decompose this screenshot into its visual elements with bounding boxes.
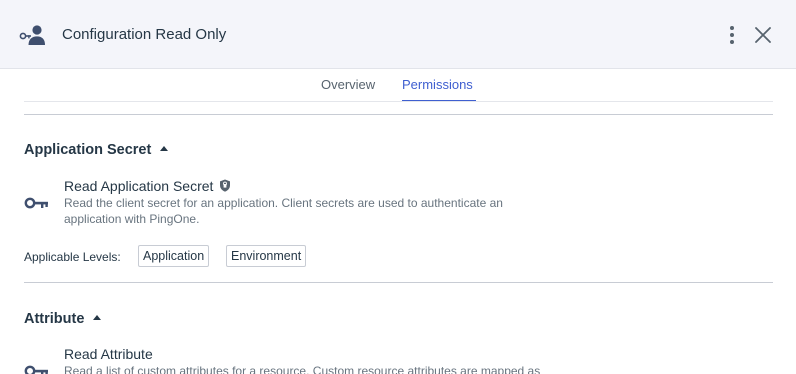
level-badge-application: Application (138, 245, 210, 267)
section-title-attribute: Attribute (24, 311, 102, 327)
permission-name-label: Read Application Secret (64, 178, 214, 194)
close-icon[interactable] (753, 25, 773, 45)
collapse-caret-icon[interactable] (93, 315, 102, 320)
tab-permissions[interactable]: Permissions (402, 77, 473, 92)
permission-description: Read the client secret for an applicatio… (64, 196, 503, 226)
tab-bar: Overview Permissions (24, 69, 773, 115)
collapse-caret-icon[interactable] (160, 146, 169, 151)
panel-header: Configuration Read Only (0, 0, 796, 69)
user-key-icon (19, 25, 45, 45)
permission-name: Read Attribute (64, 346, 153, 362)
tab-divider (24, 101, 773, 102)
shield-icon (220, 179, 231, 192)
permission-description: Read a list of custom attributes for a r… (64, 364, 541, 374)
key-icon (24, 197, 48, 209)
applicable-levels-label: Applicable Levels: (24, 250, 121, 264)
section-title-label: Application Secret (24, 142, 152, 158)
level-badge-environment: Environment (226, 245, 307, 267)
section-divider (24, 282, 773, 283)
section-title-application-secret: Application Secret (24, 142, 169, 158)
page-title: Configuration Read Only (62, 26, 227, 43)
kebab-menu-icon[interactable] (725, 24, 739, 46)
key-icon (24, 365, 48, 374)
section-title-label: Attribute (24, 311, 85, 327)
permission-name: Read Application Secret (64, 178, 231, 194)
tab-overview[interactable]: Overview (321, 77, 375, 92)
